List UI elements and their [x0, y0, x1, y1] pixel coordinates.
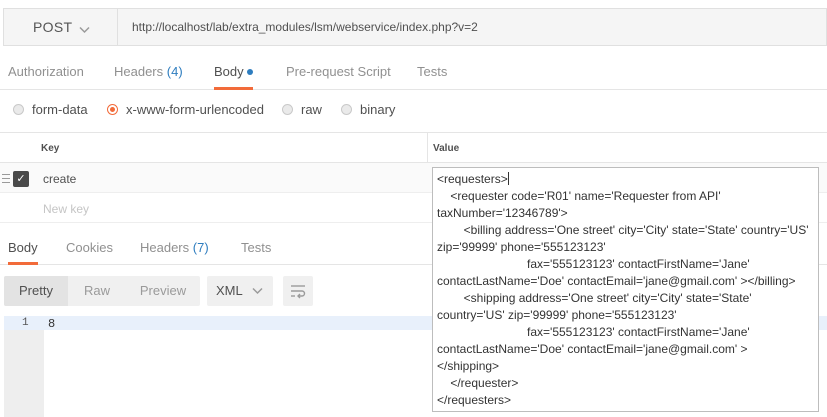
- radio-binary[interactable]: binary: [341, 99, 395, 119]
- value-line: <shipping address='One street' city='Cit…: [437, 291, 755, 322]
- radio-button[interactable]: [13, 103, 24, 115]
- value-line: </shipping>: [437, 359, 500, 373]
- new-key-input[interactable]: New key: [43, 202, 89, 216]
- radio-form-data[interactable]: form-data: [13, 99, 88, 119]
- format-select[interactable]: XML: [207, 276, 273, 306]
- value-line: <requester code='R01' name='Requester fr…: [437, 189, 725, 220]
- drag-handle-icon[interactable]: [2, 174, 10, 183]
- method-select[interactable]: POST: [4, 9, 118, 45]
- value-line: fax='555123123' contactFirstName='Jane' …: [437, 325, 754, 356]
- response-headers-count: (7): [192, 240, 209, 255]
- tab-tests[interactable]: Tests: [417, 54, 447, 90]
- wrap-icon: [283, 285, 313, 309]
- value-column-header: Value: [433, 143, 460, 154]
- view-mode-toggle: Pretty Raw Preview: [4, 276, 200, 306]
- value-line: </requesters>: [437, 393, 512, 407]
- row-enabled-checkbox[interactable]: ✓: [13, 171, 29, 187]
- chevron-down-icon: [252, 276, 263, 317]
- wrap-lines-button[interactable]: [283, 276, 313, 306]
- tab-response-body[interactable]: Body: [8, 231, 38, 265]
- tab-body[interactable]: Body: [214, 54, 253, 90]
- preview-button[interactable]: Preview: [126, 276, 200, 306]
- value-line: <billing address='One street' city='City…: [437, 223, 812, 254]
- line-number: 1: [22, 317, 29, 329]
- format-label: XML: [216, 283, 243, 298]
- value-line: <requesters>: [437, 172, 508, 186]
- response-code[interactable]: 8: [48, 317, 55, 331]
- body-type-options: form-data x-www-form-urlencoded raw bina…: [0, 95, 827, 123]
- raw-button[interactable]: Raw: [68, 276, 126, 306]
- radio-button[interactable]: [341, 103, 352, 115]
- key-input[interactable]: create: [43, 172, 76, 186]
- tab-response-headers[interactable]: Headers (7): [140, 231, 209, 265]
- table-header: Key Value: [0, 132, 827, 164]
- column-divider[interactable]: [427, 133, 428, 164]
- text-caret: [507, 172, 509, 185]
- radio-button[interactable]: [282, 103, 293, 115]
- tab-cookies[interactable]: Cookies: [66, 231, 113, 265]
- request-bar: POST http://localhost/lab/extra_modules/…: [3, 8, 827, 46]
- radio-x-www-form-urlencoded[interactable]: x-www-form-urlencoded: [107, 99, 264, 119]
- method-label: POST: [33, 19, 73, 35]
- tab-authorization[interactable]: Authorization: [8, 54, 84, 90]
- pretty-button[interactable]: Pretty: [4, 276, 68, 306]
- tab-headers[interactable]: Headers (4): [114, 54, 183, 90]
- tab-response-tests[interactable]: Tests: [241, 231, 271, 265]
- radio-raw[interactable]: raw: [282, 99, 322, 119]
- line-gutter: [4, 316, 44, 417]
- url-input[interactable]: http://localhost/lab/extra_modules/lsm/w…: [132, 9, 478, 45]
- value-line: fax='555123123' contactFirstName='Jane' …: [437, 257, 796, 288]
- value-editor-popup[interactable]: <requesters> <requester code='R01' name=…: [432, 167, 819, 412]
- key-column-header: Key: [41, 143, 60, 154]
- value-line: </requester>: [437, 376, 519, 390]
- headers-count: (4): [166, 64, 183, 79]
- request-tabs: Authorization Headers (4) Body Pre-reque…: [0, 54, 827, 90]
- modified-dot-icon: [246, 69, 253, 75]
- tab-pre-request-script[interactable]: Pre-request Script: [286, 54, 391, 90]
- chevron-down-icon: [79, 21, 90, 37]
- radio-button-checked[interactable]: [107, 103, 118, 115]
